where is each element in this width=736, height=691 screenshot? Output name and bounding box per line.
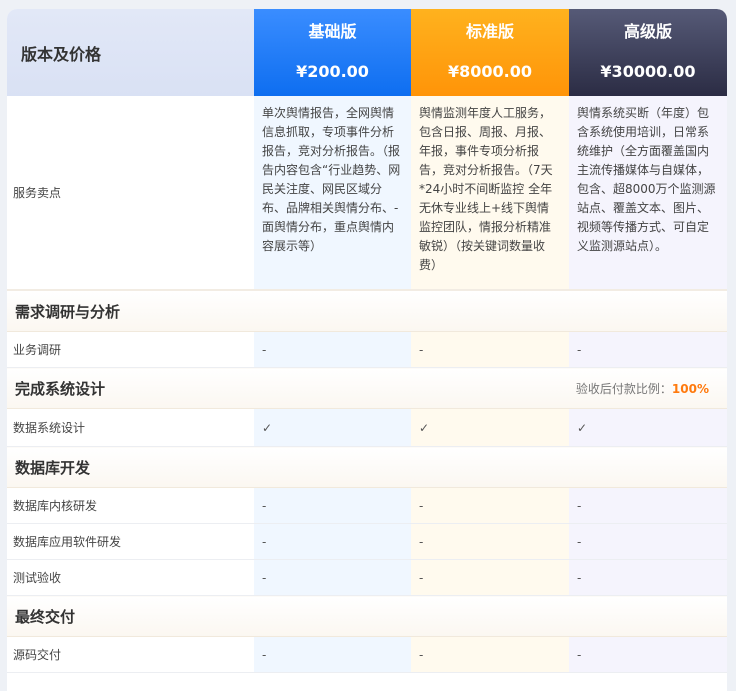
payment-ratio-label: 验收后付款比例： xyxy=(575,381,672,396)
cell-standard: - xyxy=(411,523,569,560)
plan-basic-price: ¥200.00 xyxy=(296,62,369,81)
features-premium: 舆情系统买断（年度）包含系统使用培训，日常系统维护（全方面覆盖国内主流传播媒体与… xyxy=(569,96,727,291)
row-label: 数据系统设计 xyxy=(7,408,254,447)
cell-standard: - xyxy=(411,559,569,596)
row-label: 业务调研 xyxy=(7,331,254,368)
cell-standard: - xyxy=(411,487,569,524)
pricing-table-container: 版本及价格 基础版 ¥200.00 标准版 ¥8000.00 高级版 ¥3000… xyxy=(7,9,727,691)
cell-basic: - xyxy=(254,331,411,368)
cell-premium: - xyxy=(569,559,727,596)
section-title: 完成系统设计 xyxy=(7,367,411,409)
cell-basic: - xyxy=(254,559,411,596)
cell-premium: - xyxy=(569,636,727,673)
header-row: 版本及价格 基础版 ¥200.00 标准版 ¥8000.00 高级版 ¥3000… xyxy=(7,9,727,96)
cell-basic: - xyxy=(254,523,411,560)
section-title: 最终交付 xyxy=(7,595,727,637)
cell-standard: - xyxy=(411,331,569,368)
row-label: 数据库应用软件研发 xyxy=(7,523,254,560)
section-header: 需求调研与分析 xyxy=(7,290,727,332)
plan-basic-name: 基础版 xyxy=(308,22,357,41)
plan-standard-name: 标准版 xyxy=(465,22,514,41)
plan-standard[interactable]: 标准版 ¥8000.00 xyxy=(411,9,569,96)
section-title: 数据库开发 xyxy=(7,446,727,488)
table-row: 测试验收 - - - xyxy=(7,559,727,596)
features-standard: 舆情监测年度人工服务，包含日报、周报、月报、年报，事件专项分析报告，竞对分析报告… xyxy=(411,96,569,291)
plan-standard-price: ¥8000.00 xyxy=(447,62,532,81)
payment-ratio-note: 验收后付款比例：100% xyxy=(411,367,727,409)
cell-premium: - xyxy=(569,487,727,524)
row-label: 测试验收 xyxy=(7,559,254,596)
cell-basic: - xyxy=(254,636,411,673)
section-title: 需求调研与分析 xyxy=(7,290,727,332)
plan-basic[interactable]: 基础版 ¥200.00 xyxy=(254,9,411,96)
row-label: 源码交付 xyxy=(7,636,254,673)
table-row: 数据系统设计 ✓ ✓ ✓ xyxy=(7,408,727,447)
pricing-table: 版本及价格 基础版 ¥200.00 标准版 ¥8000.00 高级版 ¥3000… xyxy=(7,9,727,673)
features-row: 服务卖点 单次舆情报告，全网舆情信息抓取，专项事件分析报告，竞对分析报告。（报告… xyxy=(7,96,727,291)
payment-ratio-value: 100% xyxy=(671,381,709,396)
cell-basic: - xyxy=(254,487,411,524)
header-label: 版本及价格 xyxy=(7,9,254,96)
section-header: 完成系统设计 验收后付款比例：100% xyxy=(7,367,727,409)
plan-premium-name: 高级版 xyxy=(623,22,672,41)
section-header: 最终交付 xyxy=(7,595,727,637)
cell-premium: - xyxy=(569,331,727,368)
row-label: 数据库内核研发 xyxy=(7,487,254,524)
check-icon: ✓ xyxy=(411,408,569,447)
table-row: 数据库内核研发 - - - xyxy=(7,487,727,524)
table-row: 业务调研 - - - xyxy=(7,331,727,368)
cell-premium: - xyxy=(569,523,727,560)
table-row: 源码交付 - - - xyxy=(7,636,727,673)
table-row: 数据库应用软件研发 - - - xyxy=(7,523,727,560)
section-header: 数据库开发 xyxy=(7,446,727,488)
features-label: 服务卖点 xyxy=(7,96,254,291)
plan-premium[interactable]: 高级版 ¥30000.00 xyxy=(569,9,727,96)
plan-premium-price: ¥30000.00 xyxy=(600,62,696,81)
check-icon: ✓ xyxy=(569,408,727,447)
cell-standard: - xyxy=(411,636,569,673)
check-icon: ✓ xyxy=(254,408,411,447)
features-basic: 单次舆情报告，全网舆情信息抓取，专项事件分析报告，竞对分析报告。（报告内容包含“… xyxy=(254,96,411,291)
